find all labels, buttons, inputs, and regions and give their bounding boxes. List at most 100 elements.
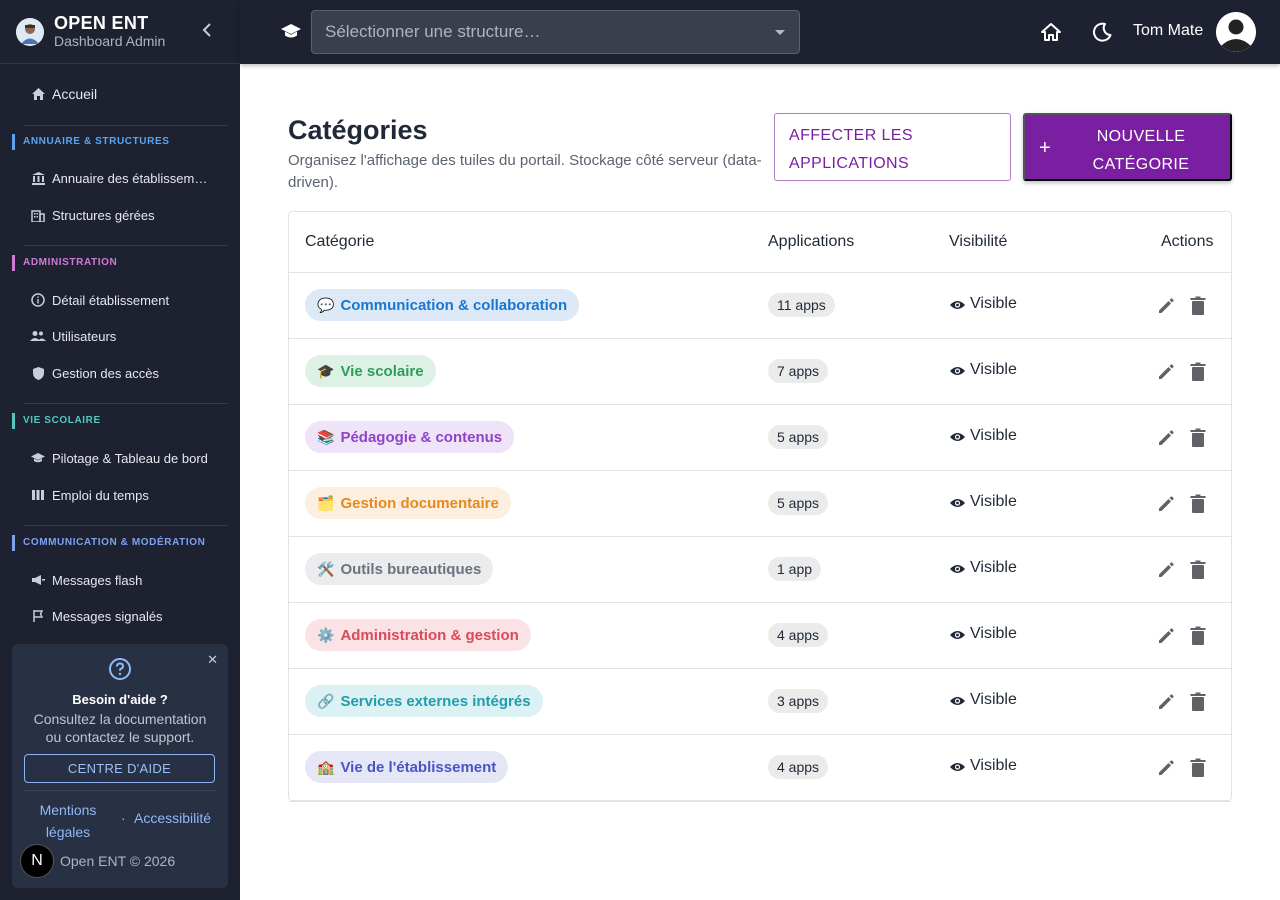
- visibility-status: Visible: [949, 361, 1017, 379]
- sidebar-item-flash[interactable]: Messages flash: [30, 572, 142, 588]
- help-text: Consultez la documentation ou contactez …: [33, 711, 207, 745]
- edit-button[interactable]: [1155, 493, 1177, 515]
- new-category-label: NOUVELLE CATÉGORIE: [1092, 128, 1190, 173]
- category-chip[interactable]: ⚙️ Administration & gestion: [305, 619, 531, 651]
- legal-mentions-link[interactable]: Mentions légales: [36, 799, 100, 843]
- accessibility-link[interactable]: Accessibilité: [134, 810, 211, 826]
- collapse-sidebar-button[interactable]: [197, 20, 217, 40]
- visibility-status: Visible: [949, 493, 1017, 511]
- eye-icon: [949, 760, 966, 772]
- sidebar-item-emploi[interactable]: Emploi du temps: [30, 487, 149, 503]
- next-badge[interactable]: N: [20, 844, 54, 878]
- trash-icon: [1190, 428, 1206, 447]
- home-button[interactable]: [1040, 21, 1062, 43]
- help-icon: [109, 658, 131, 680]
- sidebar-item-detail[interactable]: Détail établissement: [30, 292, 169, 308]
- sidebar-item-home[interactable]: Accueil: [30, 86, 97, 102]
- page-title: Catégories: [288, 115, 428, 145]
- table-row: 🎓 Vie scolaire 7 apps Visible: [289, 339, 1231, 405]
- help-center-button[interactable]: CENTRE D'AIDE: [24, 754, 215, 783]
- sidebar-item-annuaire[interactable]: Annuaire des établissem…: [30, 170, 207, 186]
- eye-icon: [949, 298, 966, 310]
- delete-button[interactable]: [1188, 691, 1208, 713]
- user-name[interactable]: Tom Mate: [1133, 22, 1203, 40]
- structure-select[interactable]: Sélectionner une structure…: [311, 10, 800, 54]
- sidebar-item-label: Structures gérées: [52, 207, 155, 223]
- sidebar-item-users[interactable]: Utilisateurs: [30, 328, 116, 344]
- copyright-text: Open ENT © 2026: [60, 853, 176, 869]
- sidebar-divider: [24, 403, 228, 404]
- category-chip[interactable]: 🔗 Services externes intégrés: [305, 685, 543, 717]
- eye-icon: [949, 628, 966, 640]
- visibility-label: Visible: [970, 559, 1017, 576]
- apps-count-badge: 3 apps: [768, 689, 829, 713]
- category-chip[interactable]: 🛠️ Outils bureautiques: [305, 553, 494, 585]
- edit-button[interactable]: [1155, 559, 1177, 581]
- trash-icon: [1190, 494, 1206, 513]
- brand-title: OPEN ENT: [54, 12, 149, 33]
- pencil-icon: [1159, 628, 1174, 643]
- sidebar-item-label: Détail établissement: [52, 292, 170, 308]
- apps-count-badge: 5 apps: [768, 425, 829, 449]
- column-header-category: Catégorie: [305, 233, 375, 250]
- brand-subtitle: Dashboard Admin: [54, 32, 166, 49]
- sidebar-item-label: Gestion des accès: [52, 365, 159, 381]
- edit-button[interactable]: [1155, 427, 1177, 449]
- delete-button[interactable]: [1188, 559, 1208, 581]
- visibility-label: Visible: [970, 691, 1017, 708]
- eye-icon: [949, 496, 966, 508]
- sidebar-item-pilotage[interactable]: Pilotage & Tableau de bord: [30, 450, 208, 466]
- category-emoji: 🏫: [317, 758, 335, 775]
- edit-button[interactable]: [1155, 757, 1177, 779]
- close-icon[interactable]: ✕: [207, 652, 218, 668]
- assign-applications-button[interactable]: AFFECTER LES APPLICATIONS: [774, 113, 1011, 181]
- sidebar-item-reported[interactable]: Messages signalés: [30, 608, 163, 624]
- category-chip[interactable]: 🗂️ Gestion documentaire: [305, 487, 511, 519]
- users-icon: [30, 328, 46, 344]
- category-chip[interactable]: 📚 Pédagogie & contenus: [305, 421, 515, 453]
- trash-icon: [1190, 560, 1206, 579]
- section-administration: ADMINISTRATION: [12, 255, 228, 271]
- building-icon: [30, 207, 46, 223]
- user-avatar[interactable]: [1216, 12, 1256, 52]
- sidebar-item-label: Messages flash: [52, 572, 143, 588]
- edit-button[interactable]: [1155, 295, 1177, 317]
- delete-button[interactable]: [1188, 625, 1208, 647]
- trash-icon: [1190, 626, 1206, 645]
- brand-logo-icon: [16, 17, 44, 46]
- delete-button[interactable]: [1188, 427, 1208, 449]
- edit-button[interactable]: [1155, 625, 1177, 647]
- visibility-status: Visible: [949, 295, 1017, 313]
- delete-button[interactable]: [1188, 361, 1208, 383]
- delete-button[interactable]: [1188, 295, 1208, 317]
- visibility-label: Visible: [970, 295, 1017, 312]
- sidebar-item-label: Pilotage & Tableau de bord: [52, 450, 208, 466]
- sidebar-item-structures[interactable]: Structures gérées: [30, 207, 155, 223]
- apps-count-badge: 11 apps: [768, 293, 835, 317]
- sidebar-divider: [24, 525, 228, 526]
- sidebar-item-label: Messages signalés: [52, 608, 163, 624]
- delete-button[interactable]: [1188, 493, 1208, 515]
- delete-button[interactable]: [1188, 757, 1208, 779]
- pencil-icon: [1159, 496, 1174, 511]
- chevron-left-icon: [202, 23, 211, 37]
- avatar-icon: [1216, 12, 1256, 52]
- table-header: Catégorie Applications Visibilité Action…: [289, 212, 1231, 273]
- sidebar-divider: [24, 125, 228, 126]
- edit-button[interactable]: [1155, 361, 1177, 383]
- sidebar-item-label: Utilisateurs: [52, 328, 117, 344]
- category-name: Vie scolaire: [340, 362, 424, 380]
- category-emoji: 🛠️: [317, 560, 335, 577]
- dark-mode-toggle[interactable]: [1091, 21, 1113, 43]
- category-name: Vie de l'établissement: [340, 758, 497, 776]
- help-title: Besoin d'aide ?: [72, 692, 168, 707]
- megaphone-icon: [30, 572, 46, 588]
- category-chip[interactable]: 🏫 Vie de l'établissement: [305, 751, 509, 783]
- category-chip[interactable]: 🎓 Vie scolaire: [305, 355, 436, 387]
- new-category-button[interactable]: + NOUVELLE CATÉGORIE: [1023, 113, 1232, 181]
- edit-button[interactable]: [1155, 691, 1177, 713]
- visibility-label: Visible: [970, 361, 1017, 378]
- category-chip[interactable]: 💬 Communication & collaboration: [305, 289, 580, 321]
- page-description: Organisez l'affichage des tuiles du port…: [288, 152, 762, 191]
- sidebar-item-access[interactable]: Gestion des accès: [30, 365, 159, 381]
